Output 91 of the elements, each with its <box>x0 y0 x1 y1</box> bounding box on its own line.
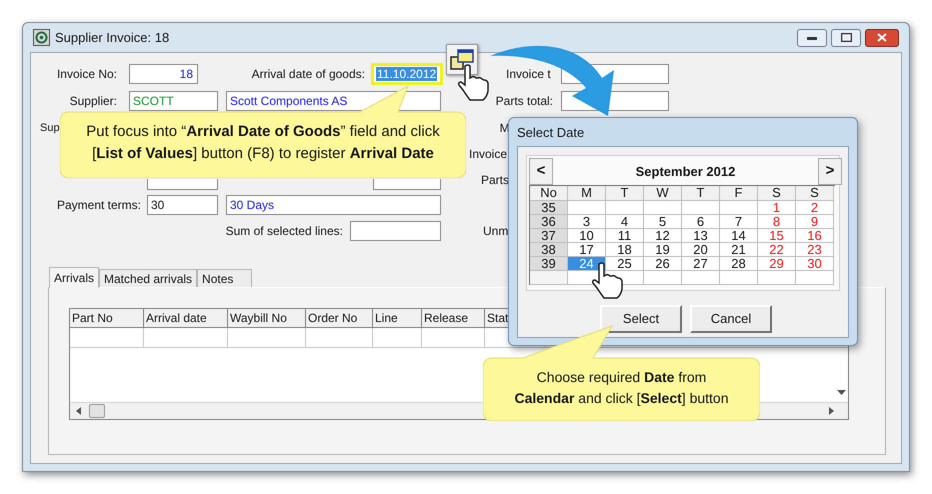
column-header[interactable]: Order No <box>306 309 373 328</box>
next-month-button[interactable]: > <box>818 158 842 185</box>
day-cell[interactable]: 23 <box>796 243 834 257</box>
day-cell[interactable]: 2 <box>796 201 834 215</box>
weekday-header: T <box>606 186 644 201</box>
day-cell[interactable]: 27 <box>682 257 720 271</box>
day-cell[interactable]: 29 <box>758 257 796 271</box>
weekday-header: M <box>568 186 606 201</box>
day-cell[interactable]: 20 <box>682 243 720 257</box>
day-cell[interactable]: 15 <box>758 229 796 243</box>
input-field[interactable]: 30 Days <box>226 195 441 215</box>
scrollbar-thumb[interactable] <box>89 404 105 418</box>
input-field[interactable] <box>373 179 441 190</box>
weekday-header: T <box>682 186 720 201</box>
maximize-button[interactable] <box>831 28 861 46</box>
field-label: Sum of selected lines: <box>224 223 343 240</box>
scroll-down-icon[interactable] <box>837 390 846 396</box>
tab[interactable]: Notes <box>197 269 252 287</box>
app-icon <box>33 29 50 46</box>
weekday-header: No <box>530 186 568 201</box>
week-number: 38 <box>530 243 568 257</box>
column-header[interactable]: Arrival date <box>144 309 228 328</box>
field-label: Invoice No: <box>56 66 117 83</box>
callout-text: Choose required Date from Calendar and click [Select] button <box>513 368 730 408</box>
day-cell[interactable]: 30 <box>796 257 834 271</box>
field-label: Arrival date of goods: <box>250 66 365 83</box>
weekday-header: S <box>796 186 834 201</box>
previous-month-button[interactable]: < <box>529 158 553 185</box>
week-number: 35 <box>530 201 568 215</box>
tab[interactable]: Matched arrivals <box>99 269 198 287</box>
day-cell[interactable]: 5 <box>644 215 682 229</box>
week-number: 37 <box>530 229 568 243</box>
input-field[interactable] <box>350 221 441 241</box>
minimize-icon <box>807 36 817 40</box>
field-label: Supplier: <box>68 93 117 110</box>
day-cell[interactable]: 7 <box>720 215 758 229</box>
close-button[interactable] <box>865 28 899 46</box>
field-label: Invoice t <box>506 66 552 83</box>
field-label: Payment terms: <box>56 197 141 214</box>
dialog-title: Select Date <box>516 124 586 142</box>
hand-cursor-icon <box>457 64 491 102</box>
day-cell[interactable]: 13 <box>682 229 720 243</box>
dialog-button[interactable]: Select <box>600 305 682 333</box>
day-cell[interactable]: 22 <box>758 243 796 257</box>
day-cell[interactable]: 9 <box>796 215 834 229</box>
field-label: Invoice <box>469 146 508 163</box>
window-title: Supplier Invoice: 18 <box>55 28 170 47</box>
day-cell[interactable]: 11 <box>606 229 644 243</box>
column-header[interactable]: Waybill No <box>228 309 306 328</box>
input-field[interactable]: 18 <box>129 64 198 84</box>
day-cell[interactable]: 6 <box>682 215 720 229</box>
day-cell[interactable]: 16 <box>796 229 834 243</box>
dialog-button[interactable]: Cancel <box>690 305 772 333</box>
field-label: Parts <box>481 172 510 189</box>
column-header[interactable]: Part No <box>70 309 144 328</box>
input-field[interactable]: SCOTT <box>129 91 218 111</box>
day-cell[interactable]: 28 <box>720 257 758 271</box>
column-header[interactable]: Line <box>373 309 422 328</box>
day-cell[interactable]: 26 <box>644 257 682 271</box>
input-field[interactable] <box>147 179 218 190</box>
close-icon <box>877 33 887 42</box>
tab[interactable]: Arrivals <box>49 267 100 288</box>
day-cell[interactable]: 10 <box>568 229 606 243</box>
weekday-header: W <box>644 186 682 201</box>
week-number: 36 <box>530 215 568 229</box>
minimize-button[interactable] <box>797 28 827 46</box>
day-cell[interactable]: 19 <box>644 243 682 257</box>
day-cell[interactable]: 3 <box>568 215 606 229</box>
weekday-header: F <box>720 186 758 201</box>
day-cell[interactable]: 21 <box>720 243 758 257</box>
maximize-icon <box>840 33 852 42</box>
month-title: September 2012 <box>634 163 736 181</box>
scroll-right-icon[interactable] <box>829 407 834 415</box>
weekday-header: S <box>758 186 796 201</box>
field-label: Sup <box>40 120 60 136</box>
day-cell[interactable]: 14 <box>720 229 758 243</box>
scroll-left-icon[interactable] <box>76 407 81 415</box>
week-number: 39 <box>530 257 568 271</box>
field-label: Parts total: <box>494 93 553 110</box>
list-of-values-button[interactable] <box>446 44 478 75</box>
day-cell[interactable]: 12 <box>644 229 682 243</box>
input-field[interactable]: 30 <box>147 195 218 215</box>
day-cell[interactable]: 4 <box>606 215 644 229</box>
callout-text: Put focus into “Arrival Date of Goods” field and click [List of Values] button (F8) to register Arrival Date <box>85 122 441 164</box>
day-cell[interactable]: 18 <box>606 243 644 257</box>
day-cell[interactable]: 25 <box>606 257 644 271</box>
field-label: Unm <box>483 223 508 240</box>
day-cell[interactable]: 8 <box>758 215 796 229</box>
column-header[interactable]: Release <box>422 309 485 328</box>
day-cell[interactable]: 1 <box>758 201 796 215</box>
day-cell[interactable]: 17 <box>568 243 606 257</box>
